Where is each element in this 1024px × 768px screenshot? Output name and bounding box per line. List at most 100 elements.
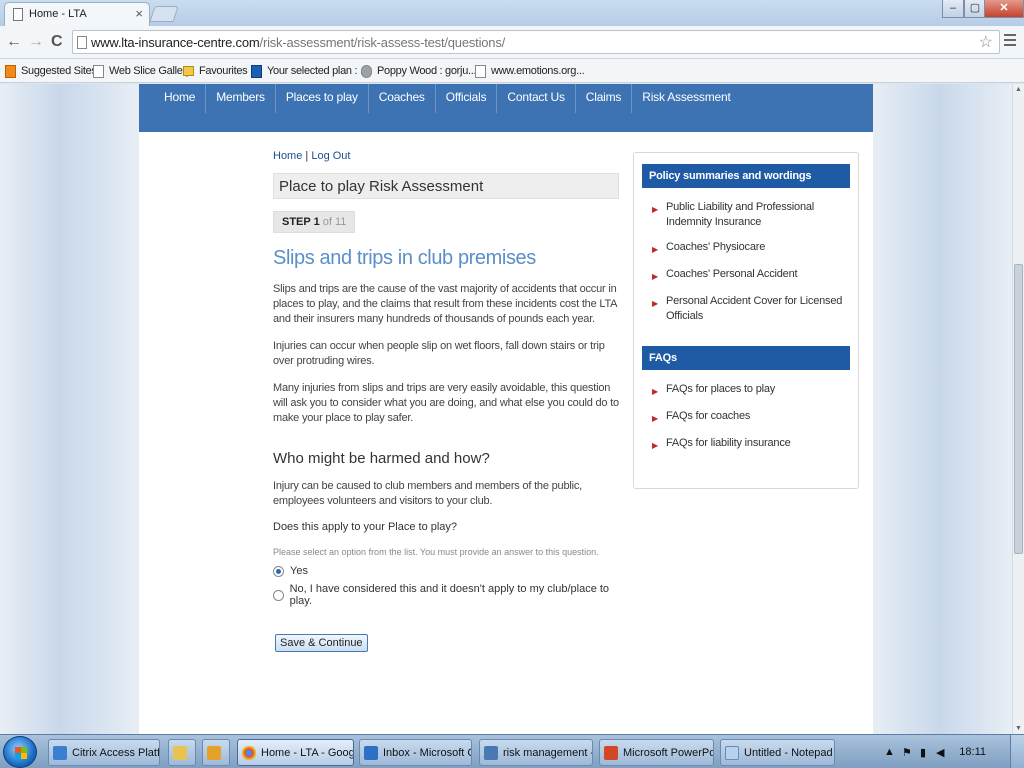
intro-paragraph: Slips and trips are the cause of the vas…: [273, 283, 617, 325]
faq-link[interactable]: ▶ FAQs for places to play: [652, 382, 850, 399]
folder-icon: [484, 745, 498, 760]
maximize-button[interactable]: ▢: [964, 0, 986, 18]
page-icon: [93, 64, 104, 78]
bookmark-star-icon[interactable]: ☆: [979, 32, 993, 52]
volume-icon[interactable]: ◀: [936, 746, 944, 759]
start-button[interactable]: [3, 736, 37, 768]
address-bar[interactable]: www.lta-insurance-centre.com/risk-assess…: [72, 30, 1000, 54]
back-arrow-icon[interactable]: ←: [6, 33, 22, 51]
tray-expand-icon[interactable]: ▲: [884, 746, 895, 758]
policy-link[interactable]: ▶ Personal Accident Cover for Licensed Of…: [652, 294, 850, 324]
bookmark-label: Suggested Sites: [21, 65, 97, 77]
flag-icon[interactable]: ⚑: [902, 746, 912, 759]
minimize-button[interactable]: –: [942, 0, 964, 18]
page-viewport: Home Members Places to play Coaches Offi…: [0, 84, 1012, 734]
save-continue-button[interactable]: Save & Continue: [275, 634, 368, 652]
harm-paragraph: Injury can be caused to club members and…: [273, 480, 583, 507]
breadcrumb-home-link[interactable]: Home: [273, 150, 302, 162]
bookmark-item[interactable]: Your selected plan : ...: [251, 63, 369, 79]
browser-toolbar: ← → C www.lta-insurance-centre.com/risk-…: [0, 26, 1024, 59]
site-container: Home Members Places to play Coaches Offi…: [139, 84, 873, 734]
faq-link-label: FAQs for liability insurance: [665, 437, 791, 449]
policy-link-label: Personal Accident Cover for Licensed Off…: [665, 295, 843, 322]
bookmark-icon: [5, 64, 16, 78]
arrow-right-icon: ▶: [652, 441, 658, 450]
windows-taskbar: Citrix Access Platfor... Home - LTA - Go…: [0, 734, 1024, 768]
taskbar-outlook-small[interactable]: [202, 739, 230, 766]
arrow-right-icon: ▶: [652, 414, 658, 423]
faq-link[interactable]: ▶ FAQs for liability insurance: [652, 436, 850, 453]
nav-officials[interactable]: Officials: [436, 84, 498, 113]
nav-places-to-play[interactable]: Places to play: [276, 84, 369, 113]
taskbar-citrix[interactable]: Citrix Access Platfor...: [48, 739, 160, 766]
page-icon: [77, 36, 87, 49]
option-yes-label: Yes: [290, 565, 308, 577]
nav-contact-us[interactable]: Contact Us: [497, 84, 576, 113]
logout-link[interactable]: Log Out: [311, 150, 350, 162]
menu-icon[interactable]: [1004, 34, 1016, 49]
nav-claims[interactable]: Claims: [576, 84, 633, 113]
radio-no[interactable]: [273, 589, 284, 601]
nav-home[interactable]: Home: [154, 84, 207, 113]
radio-yes[interactable]: [273, 565, 284, 577]
step-indicator: STEP 1 of 11: [273, 211, 356, 233]
close-window-button[interactable]: ✕: [984, 0, 1024, 18]
app-icon: [207, 745, 221, 760]
faq-heading: FAQs: [642, 346, 850, 370]
scroll-up-icon[interactable]: ▲: [1014, 86, 1023, 93]
arrow-right-icon: ▶: [652, 272, 658, 281]
url-text: www.lta-insurance-centre.com/risk-assess…: [91, 35, 505, 50]
page-scrollbar[interactable]: ▲ ▼: [1012, 84, 1024, 734]
taskbar-explorer[interactable]: [168, 739, 196, 766]
notepad-icon: [725, 745, 739, 760]
page-icon: [475, 64, 486, 78]
new-tab-button[interactable]: [149, 6, 179, 22]
nav-members[interactable]: Members: [206, 84, 276, 113]
show-desktop-button[interactable]: [1010, 735, 1024, 768]
bookmark-item[interactable]: Favourites: [183, 63, 248, 79]
bookmark-label: Favourites: [199, 65, 248, 77]
policy-link[interactable]: ▶ Public Liability and Professional Indem…: [652, 200, 850, 230]
scroll-down-icon[interactable]: ▼: [1014, 725, 1023, 732]
task-label: Inbox - Microsoft Ou...: [383, 746, 471, 759]
url-path: /risk-assessment/risk-assess-test/questi…: [259, 35, 506, 50]
task-label: Microsoft PowerPoin...: [623, 746, 713, 759]
tab-close-icon[interactable]: ×: [135, 6, 143, 21]
policy-link[interactable]: ▶ Coaches' Personal Accident: [652, 267, 850, 284]
browser-tab[interactable]: Home - LTA ×: [4, 2, 150, 26]
policy-link[interactable]: ▶ Coaches' Physiocare: [652, 240, 850, 257]
bookmark-item[interactable]: Suggested Sites: [5, 63, 97, 79]
option-yes[interactable]: Yes: [273, 565, 619, 577]
taskbar-powerpoint[interactable]: Microsoft PowerPoin...: [599, 739, 714, 766]
task-label: risk management - \...: [503, 746, 592, 759]
arrow-right-icon: ▶: [652, 205, 658, 214]
taskbar-risk-management[interactable]: risk management - \...: [479, 739, 593, 766]
faq-link[interactable]: ▶ FAQs for coaches: [652, 409, 850, 426]
bookmark-icon: [361, 64, 372, 78]
browser-titlebar: Home - LTA × – ▢ ✕: [0, 0, 1024, 26]
nav-coaches[interactable]: Coaches: [369, 84, 436, 113]
reload-icon[interactable]: C: [51, 33, 63, 51]
forward-arrow-icon[interactable]: →: [28, 33, 44, 51]
nav-risk-assessment[interactable]: Risk Assessment: [632, 84, 740, 113]
bookmark-label: www.emotions.org...: [491, 65, 585, 77]
page-title: Place to play Risk Assessment: [273, 173, 619, 199]
faq-list: ▶ FAQs for places to play ▶ FAQs for coach…: [652, 382, 850, 453]
taskbar-outlook[interactable]: Inbox - Microsoft Ou...: [359, 739, 472, 766]
bookmark-item[interactable]: Poppy Wood : gorju...: [361, 63, 477, 79]
bookmarks-bar: Suggested Sites Web Slice Gallery Favour…: [0, 59, 1024, 83]
battery-icon[interactable]: ▮: [920, 746, 926, 759]
outlook-icon: [364, 745, 378, 760]
system-tray: ▲ ⚑ ▮ ◀: [874, 735, 1024, 768]
bookmark-item[interactable]: www.emotions.org...: [475, 63, 585, 79]
bookmark-icon: [251, 64, 262, 78]
taskbar-clock[interactable]: 18:11: [959, 746, 986, 758]
arrow-right-icon: ▶: [652, 245, 658, 254]
bookmark-item[interactable]: Web Slice Gallery: [93, 63, 191, 79]
taskbar-chrome[interactable]: Home - LTA - Goog...: [237, 739, 354, 766]
scrollbar-thumb[interactable]: [1014, 264, 1023, 554]
option-no[interactable]: No, I have considered this and it doesn'…: [273, 583, 619, 607]
taskbar-notepad[interactable]: Untitled - Notepad: [720, 739, 835, 766]
bookmark-label: Poppy Wood : gorju...: [377, 65, 477, 77]
step-label: STEP 1: [282, 216, 320, 228]
